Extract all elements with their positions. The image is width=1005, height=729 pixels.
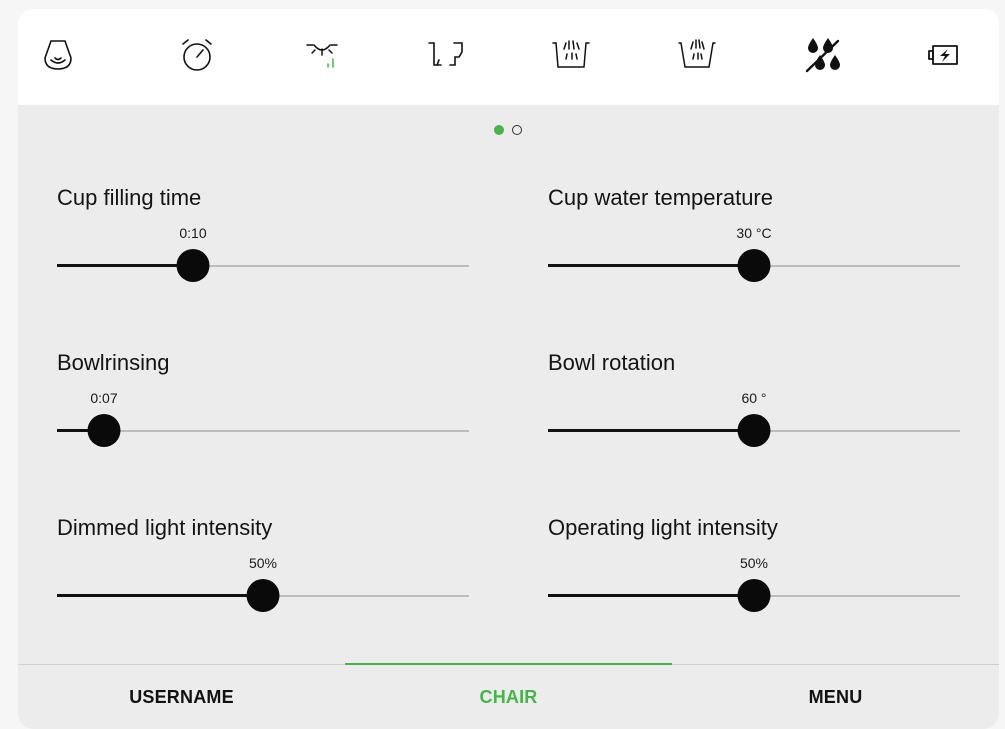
- bowlrinsing-setting: Bowlrinsing 0:07: [57, 350, 469, 470]
- operating-light-intensity-setting: Operating light intensity 50%: [548, 515, 960, 635]
- nav-tab-username[interactable]: USERNAME: [18, 665, 345, 729]
- dimmed-light-intensity-label: Dimmed light intensity: [57, 515, 273, 540]
- chair-position-button[interactable]: [420, 33, 472, 77]
- slider-fill: [57, 594, 263, 597]
- bottom-navigation: USERNAME CHAIR MENU: [18, 663, 999, 729]
- bowl-rotation-value: 60 °: [741, 390, 767, 406]
- slider-thumb[interactable]: [737, 249, 771, 282]
- battery-charging-icon: [928, 45, 958, 65]
- timer-button[interactable]: [171, 33, 223, 77]
- cup-water-temperature-setting: Cup water temperature 30 °C: [548, 185, 960, 305]
- slider-thumb[interactable]: [87, 414, 121, 447]
- nav-tab-chair[interactable]: CHAIR: [345, 663, 672, 729]
- no-water-icon: [805, 38, 840, 73]
- cup-water-temperature-value: 30 °C: [736, 225, 772, 241]
- slider-thumb[interactable]: [176, 249, 210, 282]
- cup-water-temperature-slider[interactable]: 30 °C: [548, 225, 960, 282]
- dimmed-light-intensity-setting: Dimmed light intensity 50%: [57, 515, 469, 635]
- cup-filling-time-setting: Cup filling time 0:10: [57, 185, 469, 305]
- dimmed-light-button[interactable]: [296, 33, 348, 77]
- bowl-rotation-label: Bowl rotation: [548, 350, 676, 375]
- spittoon-button[interactable]: [32, 33, 84, 77]
- operating-light-intensity-label: Operating light intensity: [548, 515, 778, 540]
- bowlrinsing-value: 0:07: [90, 390, 118, 406]
- cup-filling-time-label: Cup filling time: [57, 185, 202, 210]
- cup-filling-time-value: 0:10: [179, 225, 207, 241]
- bowlrinsing-label: Bowlrinsing: [57, 350, 170, 375]
- page-indicator: [494, 125, 534, 137]
- chair-position-icon: [428, 42, 463, 66]
- bowl-rotation-slider[interactable]: 60 °: [548, 390, 960, 447]
- bowl-rinse-hot-icon: [552, 40, 590, 68]
- page-dot-inactive[interactable]: [512, 125, 522, 135]
- bowl-rotation-setting: Bowl rotation 60 °: [548, 350, 960, 470]
- settings-panel: Cup filling time 0:10 Cup water temperat…: [18, 9, 999, 729]
- slider-thumb[interactable]: [737, 414, 771, 447]
- dimmed-light-intensity-slider[interactable]: 50%: [57, 555, 469, 612]
- bowl-rinse-button[interactable]: [671, 33, 723, 77]
- slider-fill: [548, 594, 754, 597]
- spittoon-icon: [44, 40, 72, 70]
- battery-charging-button[interactable]: [918, 33, 970, 77]
- dimmed-light-icon: [306, 44, 338, 68]
- cup-filling-time-slider[interactable]: 0:10: [57, 225, 469, 282]
- no-water-button[interactable]: [796, 33, 848, 77]
- dimmed-light-intensity-value: 50%: [248, 555, 278, 571]
- bowl-rinse-icon: [678, 39, 716, 68]
- nav-tab-menu[interactable]: MENU: [672, 665, 999, 729]
- slider-thumb[interactable]: [737, 579, 771, 612]
- bowlrinsing-slider[interactable]: 0:07: [57, 390, 469, 447]
- slider-fill: [548, 264, 754, 267]
- slider-thumb[interactable]: [246, 579, 280, 612]
- toolbar: [18, 9, 999, 105]
- page-dot-active[interactable]: [494, 125, 504, 135]
- bowl-rinse-hot-button[interactable]: [545, 33, 597, 77]
- operating-light-intensity-slider[interactable]: 50%: [548, 555, 960, 612]
- slider-fill: [57, 264, 193, 267]
- cup-water-temperature-label: Cup water temperature: [548, 185, 773, 210]
- slider-fill: [548, 429, 754, 432]
- timer-icon: [182, 39, 212, 71]
- operating-light-intensity-value: 50%: [739, 555, 769, 571]
